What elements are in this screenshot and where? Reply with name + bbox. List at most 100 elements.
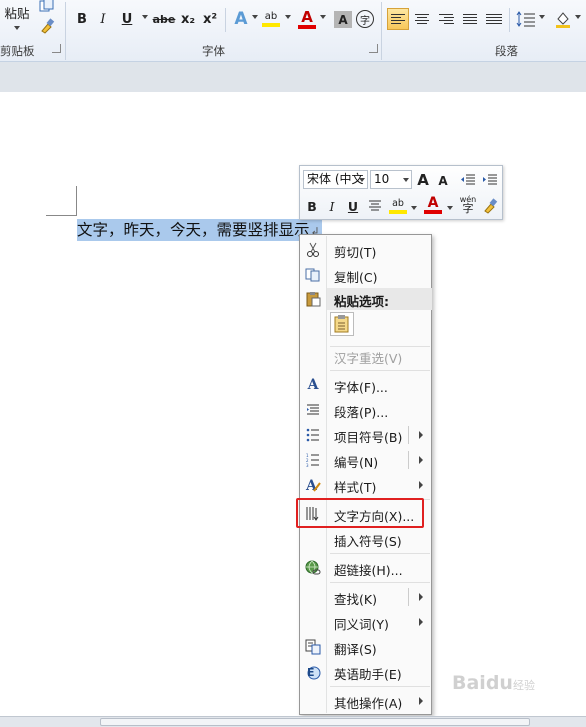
menu-item-translate[interactable]: 翻译(S) [301,635,431,659]
mini-underline-button[interactable]: U [344,197,362,215]
shading-dropdown-icon[interactable] [575,15,581,19]
menu-item-paste-options: 粘贴选项: [301,287,431,311]
menu-item-hyperlink[interactable]: 超链接(H)... [301,556,431,580]
clipboard-group-label: 剪贴板 [0,44,35,58]
menu-item-bullets[interactable]: 项目符号(B) [301,423,431,447]
increase-indent-icon[interactable] [481,171,499,189]
menu-item-synonyms[interactable]: 同义词(Y) [301,610,431,634]
ribbon-separator [65,2,66,60]
chevron-right-icon[interactable] [419,618,423,626]
menu-item-paragraph[interactable]: 段落(P)... [301,398,431,422]
chevron-right-icon[interactable] [419,481,423,489]
phonetic-guide-button[interactable]: wén 字 [459,195,477,215]
copy-small-icon[interactable] [38,0,56,16]
underline-dropdown-icon[interactable] [142,15,148,19]
font-launcher-icon[interactable] [369,44,378,53]
font-group-label: 字体 [202,44,225,58]
strikethrough-button[interactable]: abe [151,9,177,29]
font-size-select[interactable]: 10 [370,170,412,189]
submenu-separator [408,451,409,469]
menu-item-label: 汉字重选(V) [334,351,403,366]
distributed-button[interactable] [483,8,505,30]
chevron-down-icon [359,178,365,182]
svg-text:3: 3 [306,463,309,467]
menu-item-more-actions[interactable]: 其他操作(A) [301,689,431,713]
enclose-characters-button[interactable]: 字 [356,10,374,28]
chevron-right-icon[interactable] [419,593,423,601]
format-painter-icon[interactable] [38,16,56,36]
menu-separator [330,686,430,687]
superscript-button[interactable]: x² [201,9,219,29]
font-name-select[interactable]: 宋体 (中文 [303,170,368,189]
watermark-logo: Baidu经验 [452,672,535,694]
italic-button[interactable]: I [94,9,112,29]
paste-dropdown-icon[interactable] [14,26,20,30]
text-effects-button[interactable]: A [232,9,250,29]
mini-font-color-button[interactable]: A [424,195,442,214]
menu-item-numbering[interactable]: 123 编号(N) [301,448,431,472]
ribbon: 粘贴 剪贴板 B I U abe x₂ x² A ab A A 字 字体 段落 [0,0,586,62]
chevron-right-icon[interactable] [419,697,423,705]
mini-highlight-button[interactable]: ab [389,196,407,214]
watermark-text: Baidu [452,672,513,694]
grow-font-button[interactable]: A [414,171,432,189]
mini-italic-button[interactable]: I [323,197,341,215]
paragraph-group-label: 段落 [495,44,518,58]
selected-text[interactable]: 文字，昨天，今天，需要竖排显示↲ [77,219,322,241]
margin-mark-horizontal [46,215,77,216]
decrease-indent-icon[interactable] [459,171,477,189]
font-color-button[interactable]: A [298,8,316,29]
selected-text-content: 文字，昨天，今天，需要竖排显示 [77,221,310,239]
paste-keep-source-button[interactable] [330,312,354,336]
menu-item-label: 超链接(H)... [334,563,403,578]
chevron-right-icon[interactable] [419,456,423,464]
menu-item-cut[interactable]: 剪切(T) [301,238,431,262]
chevron-right-icon[interactable] [419,431,423,439]
paste-button[interactable]: 粘贴 [0,2,34,22]
character-shading-button[interactable]: A [334,11,352,28]
scissors-icon [304,241,322,259]
submenu-separator [408,426,409,444]
phonetic-guide-char: 字 [462,202,474,215]
font-color-dropdown-icon[interactable] [320,15,326,19]
menu-item-copy[interactable]: 复制(C) [301,263,431,287]
mini-center-icon[interactable] [366,197,384,215]
align-left-button[interactable] [387,8,409,30]
mini-format-painter-icon[interactable] [481,197,499,215]
mini-bold-button[interactable]: B [303,197,321,215]
menu-item-find[interactable]: 查找(K) [301,585,431,609]
line-spacing-dropdown-icon[interactable] [539,15,545,19]
menu-separator [330,370,430,371]
text-effects-dropdown-icon[interactable] [252,15,258,19]
mini-highlight-dropdown-icon[interactable] [411,206,417,210]
scrollbar-thumb[interactable] [100,718,530,726]
menu-item-english-assistant[interactable]: E 英语助手(E) [301,660,431,684]
subscript-button[interactable]: x₂ [179,9,197,29]
highlight-dropdown-icon[interactable] [285,15,291,19]
highlight-button[interactable]: ab [262,9,280,27]
underline-button[interactable]: U [118,9,136,29]
shading-icon[interactable] [553,9,573,29]
align-center-button[interactable] [411,8,433,30]
clipboard-launcher-icon[interactable] [52,44,61,53]
chevron-down-icon [403,178,409,182]
mini-font-color-dropdown-icon[interactable] [447,206,453,210]
menu-separator [330,553,430,554]
ribbon-separator [381,2,382,60]
line-spacing-icon[interactable] [515,9,537,29]
menu-item-label: 同义词(Y) [334,617,389,632]
justify-button[interactable] [459,8,481,30]
menu-separator [330,582,430,583]
menu-item-font[interactable]: A 字体(F)... [301,373,431,397]
align-right-button[interactable] [435,8,457,30]
menu-item-label: 粘贴选项: [334,294,389,309]
ribbon-separator [225,8,226,32]
menu-item-styles[interactable]: A 样式(T) [301,473,431,497]
copy-icon [304,266,322,284]
menu-item-label: 字体(F)... [334,380,388,395]
watermark-sub: 经验 [512,679,535,692]
bold-button[interactable]: B [73,9,91,29]
translate-icon [304,638,322,656]
menu-item-insert-symbol[interactable]: 插入符号(S) [301,527,431,551]
shrink-font-button[interactable]: A [434,172,452,190]
